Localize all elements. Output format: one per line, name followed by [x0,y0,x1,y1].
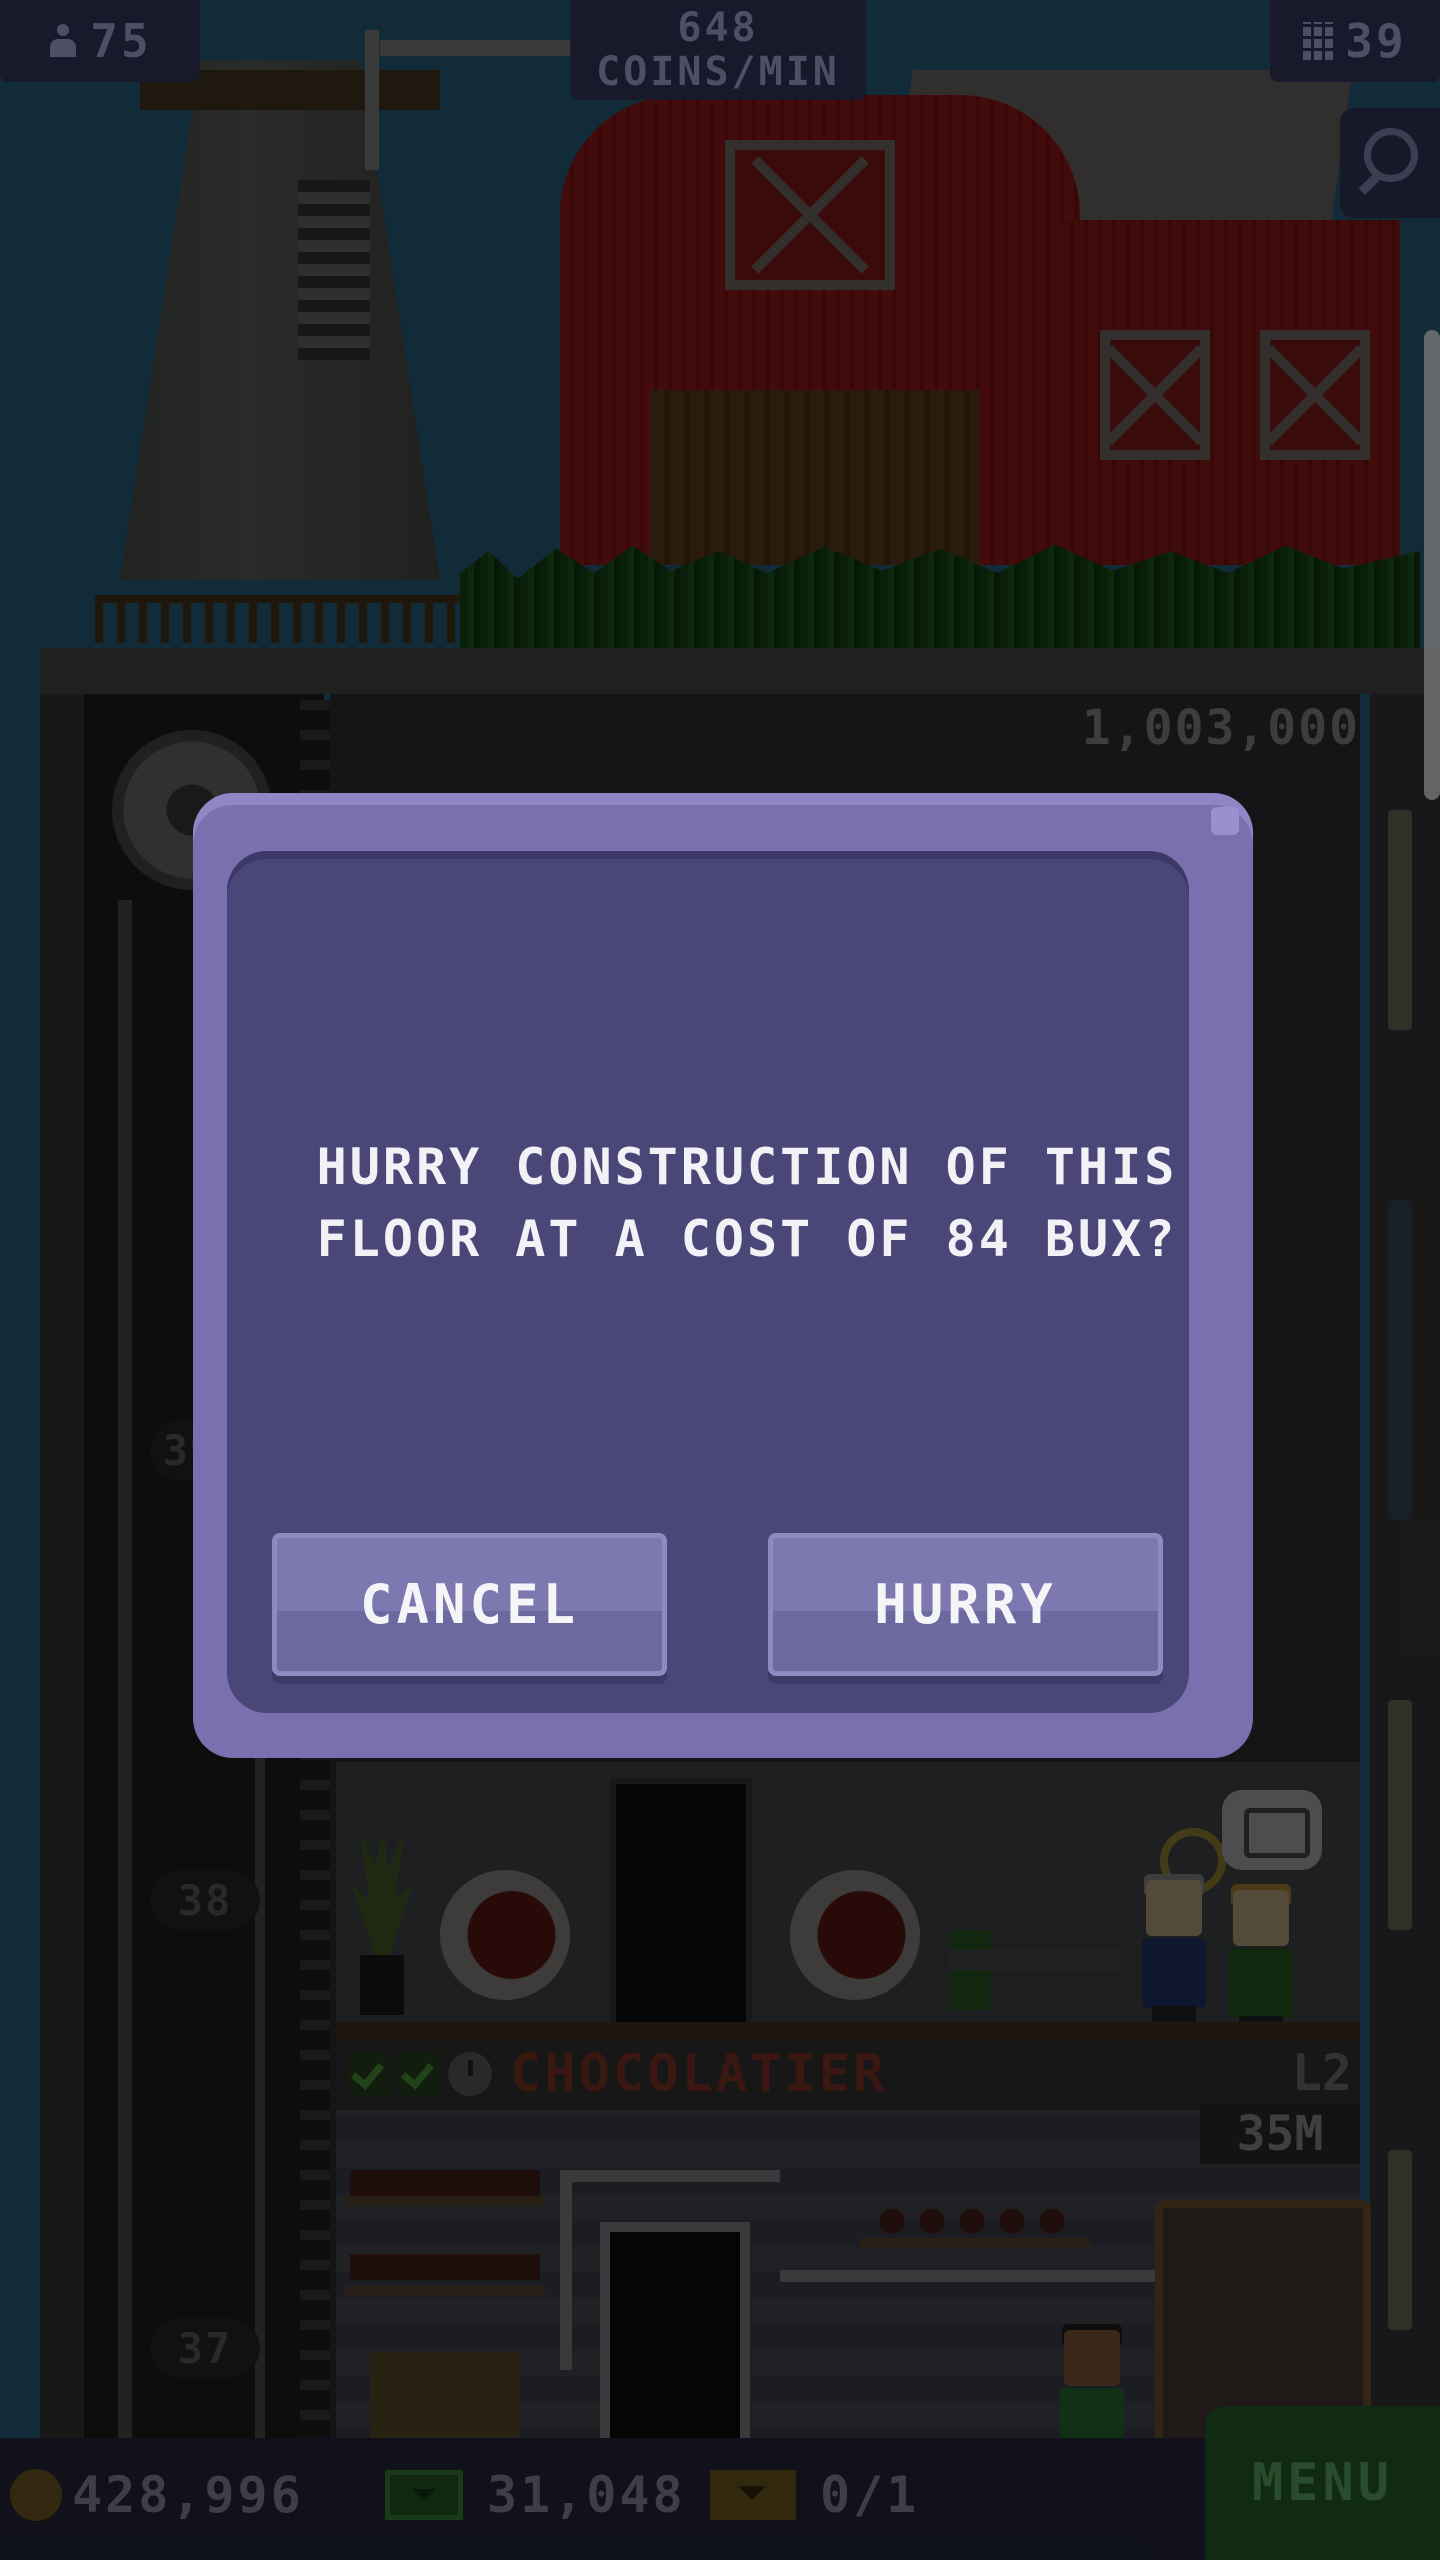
dialog-message: HURRY CONSTRUCTION OF THIS FLOOR AT A CO… [316,1138,1178,1268]
cancel-button[interactable]: CANCEL [272,1533,667,1676]
game-scene: 1,003,000 39 38 37 CHOCOLATIER L2 35M 75… [0,0,1440,2560]
dialog-corner [1211,807,1239,835]
hurry-button[interactable]: HURRY [768,1533,1163,1676]
